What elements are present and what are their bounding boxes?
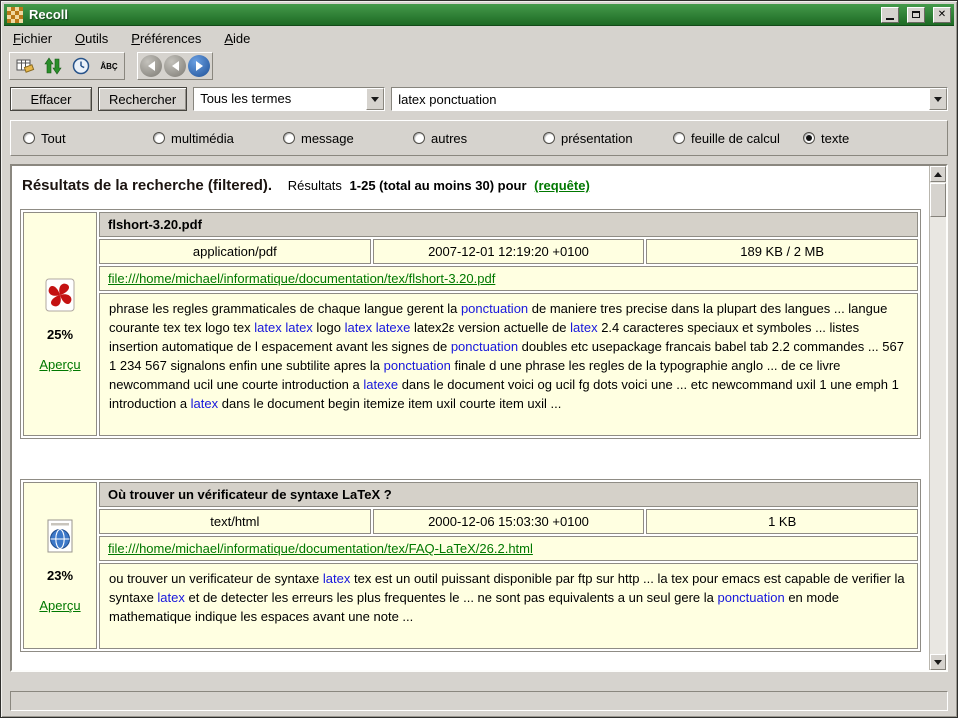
previous-page-button[interactable] xyxy=(164,55,186,77)
maximize-icon xyxy=(912,11,920,18)
filter-label: multimédia xyxy=(171,131,234,146)
filter-label: message xyxy=(301,131,354,146)
filter-texte[interactable]: texte xyxy=(803,131,935,146)
term-explorer-icon[interactable]: ÂBÇ xyxy=(96,54,122,78)
html-icon xyxy=(43,518,77,554)
radio-icon xyxy=(803,132,815,144)
close-button[interactable]: ✕ xyxy=(933,7,951,23)
filter-label: autres xyxy=(431,131,467,146)
title-bar[interactable]: Recoll ✕ xyxy=(4,4,954,26)
menu-bar: Fichier Outils Préférences Aide xyxy=(4,26,954,50)
result-url-link[interactable]: file:///home/michael/informatique/docume… xyxy=(108,271,495,286)
first-page-button[interactable] xyxy=(140,55,162,77)
relevance-percent: 23% xyxy=(24,568,96,583)
radio-icon xyxy=(23,132,35,144)
result-url-link[interactable]: file:///home/michael/informatique/docume… xyxy=(108,541,533,556)
result-size: 1 KB xyxy=(646,509,918,534)
results-count: 1-25 (total au moins 30) pour xyxy=(350,178,527,193)
app-icon xyxy=(7,7,23,23)
menu-preferences[interactable]: Préférences xyxy=(131,31,201,46)
results-frame: Résultats de la recherche (filtered). Ré… xyxy=(10,164,948,672)
window-spacer xyxy=(4,672,954,691)
result-item: 23% Aperçu Où trouver un vérificateur de… xyxy=(20,479,921,652)
radio-icon xyxy=(283,132,295,144)
result-abstract: phrase les regles grammaticales de chaqu… xyxy=(99,293,918,436)
filter-label: texte xyxy=(821,131,849,146)
preview-link[interactable]: Aperçu xyxy=(39,598,80,613)
scroll-thumb[interactable] xyxy=(930,183,946,217)
radio-icon xyxy=(413,132,425,144)
toolbar: ÂBÇ xyxy=(4,50,954,82)
filter-presentation[interactable]: présentation xyxy=(543,131,673,146)
result-title: flshort-3.20.pdf xyxy=(99,212,918,237)
result-size: 189 KB / 2 MB xyxy=(646,239,918,264)
recoll-window: Recoll ✕ Fichier Outils Préférences Aide xyxy=(0,0,958,718)
close-icon: ✕ xyxy=(938,10,946,20)
filter-label: présentation xyxy=(561,131,633,146)
search-mode-value: Tous les termes xyxy=(194,88,366,110)
filter-tout[interactable]: Tout xyxy=(23,131,153,146)
result-mime: text/html xyxy=(99,509,371,534)
filter-label: Tout xyxy=(41,131,66,146)
search-button[interactable]: Rechercher xyxy=(98,87,187,111)
search-mode-select[interactable]: Tous les termes xyxy=(193,87,385,111)
window-title: Recoll xyxy=(29,7,873,22)
maximize-button[interactable] xyxy=(907,7,925,23)
arrow-left-icon xyxy=(148,61,155,71)
clear-search-icon[interactable] xyxy=(12,54,38,78)
scroll-up-button[interactable] xyxy=(930,166,946,182)
radio-icon xyxy=(543,132,555,144)
arrow-left-icon xyxy=(172,61,179,71)
relevance-percent: 25% xyxy=(24,327,96,342)
query-combo[interactable] xyxy=(391,87,948,111)
results-count-prefix: Résultats xyxy=(288,178,342,193)
results-list: Résultats de la recherche (filtered). Ré… xyxy=(12,166,929,670)
next-page-button[interactable] xyxy=(188,55,210,77)
status-bar xyxy=(10,691,948,711)
result-side-panel: 23% Aperçu xyxy=(23,482,97,649)
result-abstract: ou trouver un verificateur de syntaxe la… xyxy=(99,563,918,649)
arrow-right-icon xyxy=(196,61,203,71)
preview-link[interactable]: Aperçu xyxy=(39,357,80,372)
result-item: 25% Aperçu flshort-3.20.pdf application/… xyxy=(20,209,921,439)
chevron-down-icon[interactable] xyxy=(366,88,384,110)
filter-autres[interactable]: autres xyxy=(413,131,543,146)
minimize-icon xyxy=(886,18,894,20)
radio-icon xyxy=(153,132,165,144)
menu-aide[interactable]: Aide xyxy=(224,31,250,46)
filter-message[interactable]: message xyxy=(283,131,413,146)
result-mime: application/pdf xyxy=(99,239,371,264)
result-title: Où trouver un vérificateur de syntaxe La… xyxy=(99,482,918,507)
history-clock-icon[interactable] xyxy=(68,54,94,78)
minimize-button[interactable] xyxy=(881,7,899,23)
result-date: 2000-12-06 15:03:30 +0100 xyxy=(373,509,645,534)
tool-group-actions: ÂBÇ xyxy=(9,52,125,80)
pdf-icon xyxy=(43,277,77,313)
result-date: 2007-12-01 12:19:20 +0100 xyxy=(373,239,645,264)
radio-icon xyxy=(673,132,685,144)
filter-multimedia[interactable]: multimédia xyxy=(153,131,283,146)
chevron-down-icon[interactable] xyxy=(929,88,947,110)
query-input[interactable] xyxy=(392,88,929,110)
results-scrollbar[interactable] xyxy=(929,166,946,670)
sort-by-date-icon[interactable] xyxy=(40,54,66,78)
filter-label: feuille de calcul xyxy=(691,131,780,146)
search-row: Effacer Rechercher Tous les termes xyxy=(10,86,948,112)
menu-outils[interactable]: Outils xyxy=(75,31,108,46)
results-title: Résultats de la recherche (filtered). xyxy=(22,177,272,194)
scroll-down-button[interactable] xyxy=(930,654,946,670)
tool-group-navigation xyxy=(137,52,213,80)
result-side-panel: 25% Aperçu xyxy=(23,212,97,436)
results-header: Résultats de la recherche (filtered). Ré… xyxy=(22,177,921,194)
query-details-link[interactable]: (requête) xyxy=(534,178,590,193)
menu-fichier[interactable]: Fichier xyxy=(13,31,52,46)
filter-bar: Tout multimédia message autres présentat… xyxy=(10,120,948,156)
clear-button[interactable]: Effacer xyxy=(10,87,92,111)
filter-feuille-de-calcul[interactable]: feuille de calcul xyxy=(673,131,803,146)
